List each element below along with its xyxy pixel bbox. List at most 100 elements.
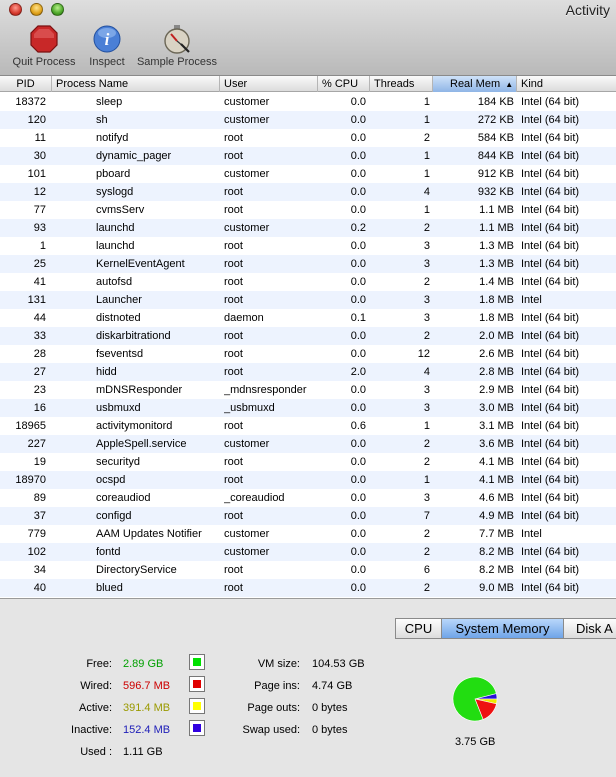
process-table: PID Process Name User % CPU Threads Real… <box>0 76 616 598</box>
cell-user: customer <box>224 528 270 540</box>
free-color-swatch[interactable] <box>189 654 205 670</box>
cell-user: root <box>224 258 243 270</box>
sample-process-button[interactable]: Sample Process <box>134 24 220 68</box>
cell-process-name: fseventsd <box>96 348 144 360</box>
table-row[interactable]: 101 pboard customer 0.0 1 912 KB Intel (64 bit… <box>0 165 616 183</box>
cell-pid: 41 <box>33 276 46 288</box>
inactive-color-swatch[interactable] <box>189 720 205 736</box>
cell-cpu: 0.0 <box>350 348 366 360</box>
cell-threads: 1 <box>423 474 430 486</box>
cell-threads: 1 <box>423 114 430 126</box>
page-ins-label: Page ins: <box>254 680 300 692</box>
table-row[interactable]: 16 usbmuxd _usbmuxd 0.0 3 3.0 MB Intel (64 bit… <box>0 399 616 417</box>
table-row[interactable]: 19 securityd root 0.0 2 4.1 MB Intel (64 bit) <box>0 453 616 471</box>
column-header-kind[interactable]: Kind <box>517 76 616 92</box>
column-header-user[interactable]: User <box>220 76 318 92</box>
table-row[interactable]: 18372 sleep customer 0.0 1 184 KB Intel (64 bi… <box>0 93 616 111</box>
table-row[interactable]: 34 DirectoryService root 0.0 6 8.2 MB Intel (6… <box>0 561 616 579</box>
memory-panel: CPU System Memory Disk A Free: 2.89 GB W… <box>0 598 616 777</box>
cell-real-mem: 584 KB <box>477 132 514 144</box>
cell-kind: Intel (64 bit) <box>521 348 580 360</box>
cell-real-mem: 1.8 MB <box>479 294 514 306</box>
table-row[interactable]: 77 cvmsServ root 0.0 1 1.1 MB Intel (64 bit) <box>0 201 616 219</box>
cell-pid: 102 <box>27 546 46 558</box>
cell-kind: Intel (64 bit) <box>521 582 580 594</box>
column-header-cpu[interactable]: % CPU <box>318 76 370 92</box>
cell-pid: 30 <box>33 150 46 162</box>
cell-threads: 2 <box>423 330 430 342</box>
sample-process-label: Sample Process <box>136 56 218 68</box>
cell-user: root <box>224 330 243 342</box>
table-row[interactable]: 779 AAM Updates Notifier customer 0.0 2 7.7 M… <box>0 525 616 543</box>
table-row[interactable]: 18965 activitymonitord root 0.6 1 3.1 MB Intel… <box>0 417 616 435</box>
table-row[interactable]: 1 launchd root 0.0 3 1.3 MB Intel (64 bit) <box>0 237 616 255</box>
cell-cpu: 0.0 <box>350 510 366 522</box>
cell-process-name: KernelEventAgent <box>96 258 185 270</box>
cell-real-mem: 2.8 MB <box>479 366 514 378</box>
minimize-window-button[interactable] <box>30 3 43 16</box>
table-row[interactable]: 37 configd root 0.0 7 4.9 MB Intel (64 bit) <box>0 507 616 525</box>
cell-user: customer <box>224 546 270 558</box>
table-row[interactable]: 89 coreaudiod _coreaudiod 0.0 3 4.6 MB Intel (… <box>0 489 616 507</box>
cell-cpu: 0.0 <box>350 276 366 288</box>
cell-kind: Intel (64 bit) <box>521 168 580 180</box>
table-row[interactable]: 120 sh customer 0.0 1 272 KB Intel (64 bit) <box>0 111 616 129</box>
table-row[interactable]: 33 diskarbitrationd root 0.0 2 2.0 MB Intel (6… <box>0 327 616 345</box>
info-icon: i <box>93 25 121 53</box>
cell-kind: Intel (64 bit) <box>521 510 580 522</box>
cell-process-name: coreaudiod <box>96 492 151 504</box>
active-label: Active: <box>78 702 112 714</box>
table-row[interactable]: 25 KernelEventAgent root 0.0 3 1.3 MB Intel (6… <box>0 255 616 273</box>
tab-cpu[interactable]: CPU <box>395 618 442 639</box>
cell-kind: Intel (64 bit) <box>521 474 580 486</box>
inspect-button[interactable]: i Inspect <box>86 24 128 68</box>
close-window-button[interactable] <box>9 3 22 16</box>
table-row[interactable]: 12 syslogd root 0.0 4 932 KB Intel (64 bit) <box>0 183 616 201</box>
table-row[interactable]: 93 launchd customer 0.2 2 1.1 MB Intel (64 bit… <box>0 219 616 237</box>
cell-threads: 1 <box>423 420 430 432</box>
table-row[interactable]: 41 autofsd root 0.0 2 1.4 MB Intel (64 bit) <box>0 273 616 291</box>
cell-threads: 2 <box>423 546 430 558</box>
cell-threads: 2 <box>423 582 430 594</box>
table-row[interactable]: 18970 ocspd root 0.0 1 4.1 MB Intel (64 bit) <box>0 471 616 489</box>
cell-kind: Intel (64 bit) <box>521 276 580 288</box>
cell-pid: 18372 <box>15 96 46 108</box>
cell-user: root <box>224 150 243 162</box>
tab-system-memory[interactable]: System Memory <box>441 618 564 639</box>
table-row[interactable]: 131 Launcher root 0.0 3 1.8 MB Intel <box>0 291 616 309</box>
table-row[interactable]: 30 dynamic_pager root 0.0 1 844 KB Intel (64 b… <box>0 147 616 165</box>
cell-cpu: 0.0 <box>350 528 366 540</box>
zoom-window-button[interactable] <box>51 3 64 16</box>
wired-color-swatch[interactable] <box>189 676 205 692</box>
cell-cpu: 2.0 <box>350 366 366 378</box>
cell-user: customer <box>224 222 270 234</box>
cell-real-mem: 4.9 MB <box>479 510 514 522</box>
quit-process-button[interactable]: Quit Process <box>8 24 80 68</box>
cell-real-mem: 1.8 MB <box>479 312 514 324</box>
table-row[interactable]: 11 notifyd root 0.0 2 584 KB Intel (64 bit) <box>0 129 616 147</box>
cell-pid: 101 <box>27 168 46 180</box>
table-row[interactable]: 102 fontd customer 0.0 2 8.2 MB Intel (64 bit) <box>0 543 616 561</box>
inactive-label: Inactive: <box>71 724 112 736</box>
column-header-real-mem[interactable]: Real Mem ▲ <box>433 76 517 92</box>
tab-disk-activity[interactable]: Disk A <box>563 618 616 639</box>
active-color-swatch[interactable] <box>189 698 205 714</box>
column-header-threads[interactable]: Threads <box>370 76 433 92</box>
cell-kind: Intel (64 bit) <box>521 438 580 450</box>
cell-real-mem: 2.9 MB <box>479 384 514 396</box>
column-header-pid[interactable]: PID <box>0 76 52 92</box>
table-row[interactable]: 27 hidd root 2.0 4 2.8 MB Intel (64 bit) <box>0 363 616 381</box>
cell-real-mem: 7.7 MB <box>479 528 514 540</box>
svg-text:i: i <box>105 30 110 49</box>
column-header-process-name[interactable]: Process Name <box>52 76 220 92</box>
vm-size-label: VM size: <box>257 658 300 670</box>
cell-pid: 77 <box>33 204 46 216</box>
table-row[interactable]: 227 AppleSpell.service customer 0.0 2 3.6 MB I… <box>0 435 616 453</box>
table-row[interactable]: 28 fseventsd root 0.0 12 2.6 MB Intel (64 bit) <box>0 345 616 363</box>
cell-threads: 2 <box>423 132 430 144</box>
table-row[interactable]: 23 mDNSResponder _mdnsresponder 0.0 3 2.9 MB I… <box>0 381 616 399</box>
cell-process-name: Launcher <box>96 294 142 306</box>
cell-process-name: fontd <box>96 546 121 558</box>
table-row[interactable]: 44 distnoted daemon 0.1 3 1.8 MB Intel (64 bit… <box>0 309 616 327</box>
table-row[interactable]: 40 blued root 0.0 2 9.0 MB Intel (64 bit) <box>0 579 616 597</box>
